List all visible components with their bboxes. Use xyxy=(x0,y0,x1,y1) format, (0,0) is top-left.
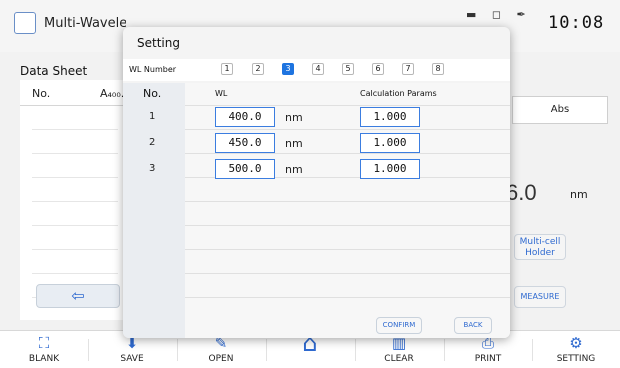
print-label: PRINT xyxy=(474,354,502,364)
row-divider xyxy=(185,129,510,130)
wavelength-value: 6.0 xyxy=(506,180,537,205)
wavelength-input-1[interactable]: 400.0 xyxy=(215,107,275,127)
wavelength-input-3[interactable]: 500.0 xyxy=(215,159,275,179)
app-logo-icon xyxy=(14,12,36,34)
confirm-button[interactable]: CONFIRM xyxy=(376,317,422,334)
row-divider xyxy=(185,249,510,250)
blank-button[interactable]: ⛶ BLANK xyxy=(0,331,88,368)
right-panel: Abs 6.0 nm Multi-cell Holder MEASURE xyxy=(506,96,612,326)
wavelength-unit-1: nm xyxy=(285,111,303,124)
table-row xyxy=(32,130,118,154)
back-button[interactable]: BACK xyxy=(454,317,492,334)
wl-number-option-3[interactable]: 3 xyxy=(282,63,294,75)
calc-param-input-2[interactable]: 1.000 xyxy=(360,133,420,153)
abs-mode-box[interactable]: Abs xyxy=(512,96,608,124)
header-wl: WL xyxy=(215,89,228,98)
setting-icon: ⚙ xyxy=(569,334,583,352)
wavelength-unit-3: nm xyxy=(285,163,303,176)
blank-icon: ⛶ xyxy=(38,334,50,352)
wl-number-row: WL Number 1 2 3 4 5 6 7 8 xyxy=(123,59,510,81)
wl-number-label: WL Number xyxy=(129,65,177,74)
multi-cell-holder-button[interactable]: Multi-cell Holder xyxy=(514,234,566,260)
arrow-left-icon: ⇦ xyxy=(71,286,85,305)
setting-button[interactable]: ⚙ SETTING xyxy=(532,331,620,368)
row-divider xyxy=(185,153,510,154)
row-divider xyxy=(185,201,510,202)
table-row xyxy=(32,178,118,202)
clear-label: CLEAR xyxy=(384,354,414,364)
previous-page-button[interactable]: ⇦ xyxy=(36,284,120,308)
open-label: OPEN xyxy=(208,354,234,364)
app-title: Multi-Wavelength xyxy=(44,16,126,31)
data-sheet-title: Data Sheet xyxy=(20,64,88,78)
save-label: SAVE xyxy=(120,354,144,364)
wl-number-option-8[interactable]: 8 xyxy=(432,63,444,75)
row-number-3: 3 xyxy=(149,163,156,174)
multi-cell-label-line2: Holder xyxy=(525,248,555,258)
wl-number-option-6[interactable]: 6 xyxy=(372,63,384,75)
col-header-no: No. xyxy=(32,87,51,100)
row-number-2: 2 xyxy=(149,137,156,148)
status-icons: ▬ ◻ ✒ xyxy=(466,8,532,21)
wl-number-option-4[interactable]: 4 xyxy=(312,63,324,75)
multi-cell-label-line1: Multi-cell xyxy=(519,237,561,247)
wl-number-option-2[interactable]: 2 xyxy=(252,63,264,75)
row-divider xyxy=(185,297,510,298)
table-row xyxy=(32,226,118,250)
wavelength-unit: nm xyxy=(570,188,588,201)
wavelength-input-2[interactable]: 450.0 xyxy=(215,133,275,153)
wl-number-option-7[interactable]: 7 xyxy=(402,63,414,75)
row-divider xyxy=(185,225,510,226)
row-number-1: 1 xyxy=(149,111,156,122)
row-divider xyxy=(185,105,510,106)
setting-label: SETTING xyxy=(556,354,596,364)
wl-number-option-1[interactable]: 1 xyxy=(221,63,233,75)
table-row xyxy=(32,250,118,274)
setting-dialog: Setting WL Number 1 2 3 4 5 6 7 8 No. WL… xyxy=(123,27,510,338)
row-divider xyxy=(185,273,510,274)
wl-number-option-5[interactable]: 5 xyxy=(342,63,354,75)
data-sheet-header: No. A₄₀₀. xyxy=(20,80,130,106)
col-header-a400: A₄₀₀. xyxy=(100,87,125,100)
header-no: No. xyxy=(143,87,162,100)
table-row xyxy=(32,106,118,130)
calc-param-input-1[interactable]: 1.000 xyxy=(360,107,420,127)
table-row xyxy=(32,202,118,226)
clock: 10:08 xyxy=(548,13,605,33)
measure-button[interactable]: MEASURE xyxy=(514,286,566,308)
dialog-title: Setting xyxy=(137,36,180,50)
table-row xyxy=(32,154,118,178)
calc-param-input-3[interactable]: 1.000 xyxy=(360,159,420,179)
header-calculation-params: Calculation Params xyxy=(360,89,437,98)
wavelength-unit-2: nm xyxy=(285,137,303,150)
blank-label: BLANK xyxy=(28,354,60,364)
